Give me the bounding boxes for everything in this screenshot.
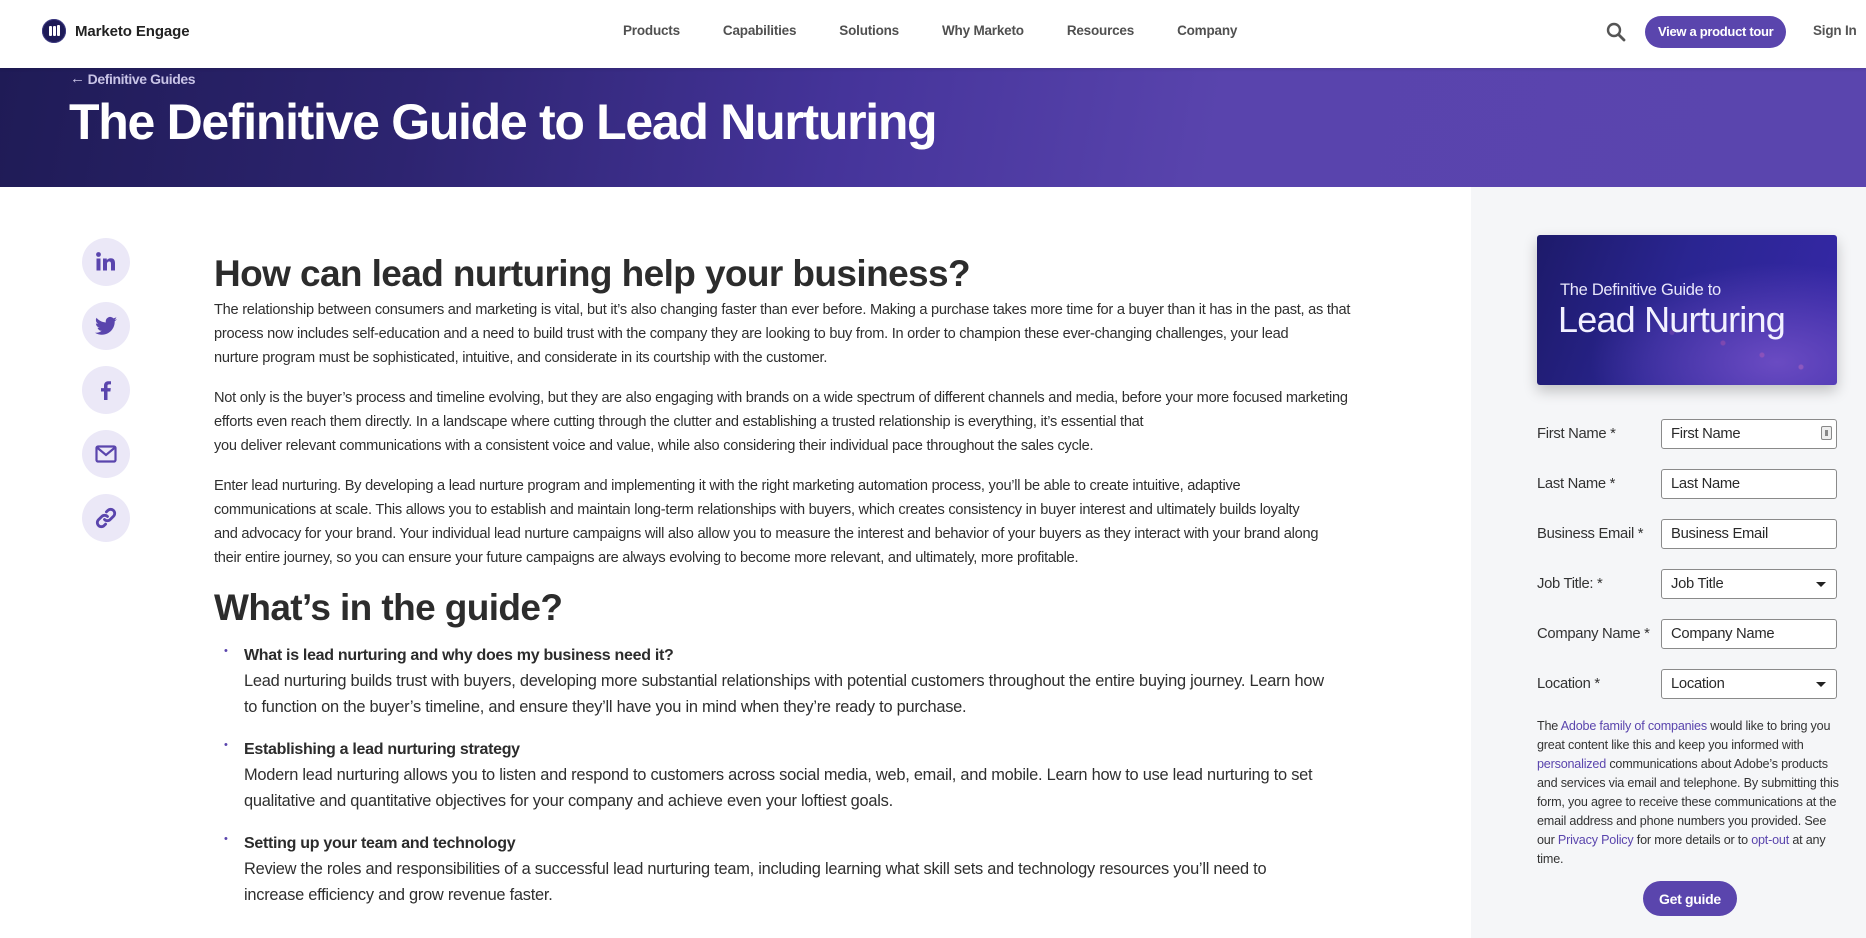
share-bar — [82, 238, 130, 542]
job-title-label: Job Title: * — [1537, 576, 1603, 592]
list-item: Setting up your team and technology Revi… — [224, 832, 1414, 908]
nav-company[interactable]: Company — [1177, 23, 1237, 38]
chevron-down-icon — [1816, 682, 1826, 687]
first-name-label: First Name * — [1537, 426, 1616, 442]
form-row-job-title: Job Title: * Job Title — [1537, 569, 1847, 599]
cover-subtitle: The Definitive Guide to — [1560, 281, 1721, 299]
link-icon — [95, 507, 117, 529]
last-name-label: Last Name * — [1537, 476, 1616, 492]
first-name-field[interactable] — [1661, 419, 1837, 449]
marketo-logo-icon — [42, 19, 66, 43]
company-name-label: Company Name * — [1537, 626, 1650, 642]
get-guide-form: First Name * Last Name * Business Email … — [1537, 419, 1847, 916]
breadcrumb-label: Definitive Guides — [87, 70, 196, 87]
list-item: Establishing a lead nurturing strategy M… — [224, 738, 1414, 814]
envelope-icon — [95, 445, 117, 463]
section-heading-guide-contents: What’s in the guide? — [214, 587, 563, 628]
chevron-down-icon — [1816, 582, 1826, 587]
nav-resources[interactable]: Resources — [1067, 23, 1134, 38]
brand-home-link[interactable]: Marketo Engage — [42, 19, 190, 43]
nav-why-marketo[interactable]: Why Marketo — [942, 23, 1024, 38]
share-twitter-button[interactable] — [82, 302, 130, 350]
consent-text: The — [1537, 719, 1561, 733]
download-sidebar: The Definitive Guide to Lead Nurturing F… — [1471, 187, 1866, 938]
search-icon[interactable] — [1606, 22, 1626, 42]
location-label: Location * — [1537, 676, 1600, 692]
form-row-last-name: Last Name * — [1537, 469, 1847, 499]
article-paragraph: Not only is the buyer’s process and time… — [214, 390, 1348, 454]
company-name-field[interactable] — [1661, 619, 1837, 649]
list-item: What is lead nurturing and why does my b… — [224, 644, 1414, 720]
form-row-first-name: First Name * — [1537, 419, 1847, 449]
facebook-icon — [101, 381, 111, 400]
location-select[interactable]: Location — [1661, 669, 1837, 699]
copy-link-button[interactable] — [82, 494, 130, 542]
cover-title: Lead Nurturing — [1558, 299, 1786, 340]
job-title-select[interactable]: Job Title — [1661, 569, 1837, 599]
adobe-family-link[interactable]: Adobe family of companies — [1561, 719, 1707, 733]
list-item-title: Setting up your team and technology — [244, 835, 516, 852]
article-paragraph: The relationship between consumers and m… — [214, 302, 1351, 366]
share-linkedin-button[interactable] — [82, 238, 130, 286]
list-item-title: What is lead nurturing and why does my b… — [244, 647, 674, 664]
guide-cover-image: The Definitive Guide to Lead Nurturing — [1537, 235, 1837, 385]
nav-solutions[interactable]: Solutions — [839, 23, 899, 38]
article-paragraph: Enter lead nurturing. By developing a le… — [214, 478, 1319, 566]
business-email-field[interactable] — [1661, 519, 1837, 549]
main-menu: Products Capabilities Solutions Why Mark… — [623, 23, 1280, 38]
consent-notice: The Adobe family of companies would like… — [1537, 717, 1842, 869]
nav-capabilities[interactable]: Capabilities — [723, 23, 797, 38]
job-title-selected-value: Job Title — [1671, 576, 1724, 592]
share-email-button[interactable] — [82, 430, 130, 478]
list-item-description: Modern lead nurturing allows you to list… — [244, 766, 1313, 810]
brand-name: Marketo Engage — [75, 22, 190, 40]
nav-products[interactable]: Products — [623, 23, 680, 38]
page-title: The Definitive Guide to Lead Nurturing — [69, 94, 938, 150]
list-item-description: Lead nurturing builds trust with buyers,… — [244, 672, 1324, 716]
form-row-company-name: Company Name * — [1537, 619, 1847, 649]
last-name-field[interactable] — [1661, 469, 1837, 499]
sign-in-link[interactable]: Sign In — [1813, 23, 1857, 38]
twitter-icon — [95, 316, 117, 335]
arrow-left-icon: ← — [70, 70, 85, 87]
breadcrumb-back-link[interactable]: ← Definitive Guides — [70, 70, 196, 87]
share-facebook-button[interactable] — [82, 366, 130, 414]
consent-text: for more details or to — [1633, 833, 1752, 847]
linkedin-icon — [96, 252, 115, 271]
personalized-link[interactable]: personalized — [1537, 757, 1606, 771]
hero-banner: ← Definitive Guides The Definitive Guide… — [0, 68, 1866, 187]
location-selected-value: Location — [1671, 676, 1725, 692]
section-heading-benefits: How can lead nurturing help your busines… — [214, 253, 971, 294]
privacy-policy-link[interactable]: Privacy Policy — [1558, 833, 1634, 847]
view-product-tour-button[interactable]: View a product tour — [1645, 16, 1787, 48]
form-row-business-email: Business Email * — [1537, 519, 1847, 549]
top-navigation: Marketo Engage Products Capabilities Sol… — [0, 0, 1866, 68]
list-item-title: Establishing a lead nurturing strategy — [244, 741, 520, 758]
autofill-contact-icon[interactable] — [1821, 426, 1832, 440]
form-row-location: Location * Location — [1537, 669, 1847, 699]
opt-out-link[interactable]: opt-out — [1751, 833, 1789, 847]
business-email-label: Business Email * — [1537, 526, 1644, 542]
guide-contents-list: What is lead nurturing and why does my b… — [224, 644, 1414, 908]
article-body: How can lead nurturing help your busines… — [214, 252, 1414, 926]
get-guide-button[interactable]: Get guide — [1643, 881, 1737, 916]
list-item-description: Review the roles and responsibilities of… — [244, 860, 1267, 904]
